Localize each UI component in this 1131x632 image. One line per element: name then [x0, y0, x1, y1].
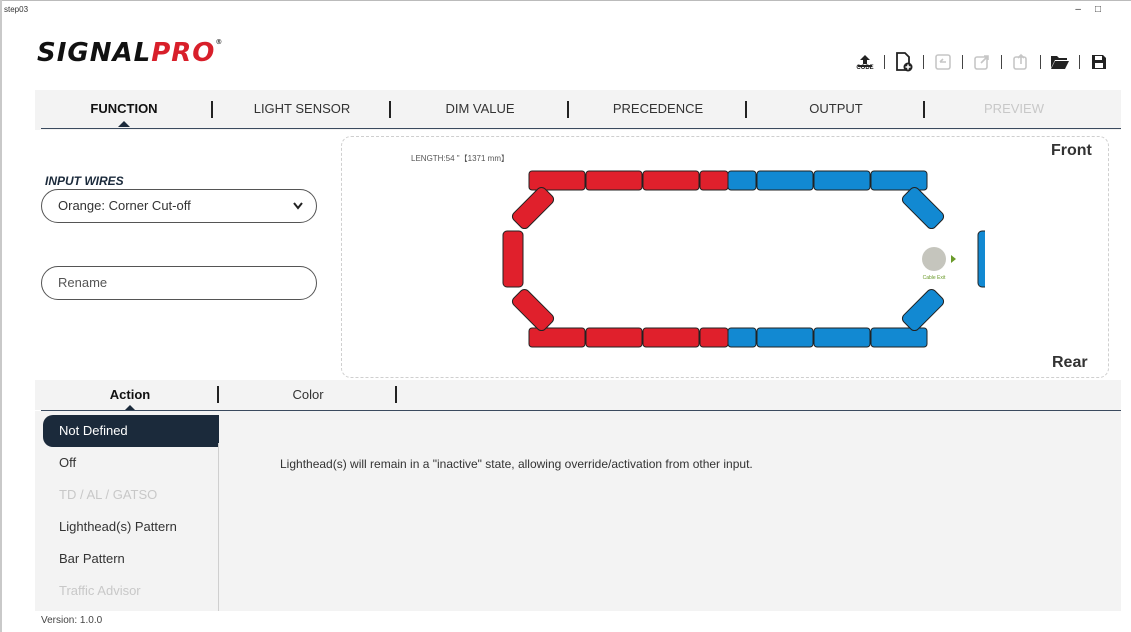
lighthead-bottom-5[interactable]: [727, 327, 757, 348]
lighthead-bottom-1[interactable]: [528, 327, 586, 348]
input-wire-selected-value: Orange: Corner Cut-off: [58, 198, 191, 213]
tab-preview[interactable]: PREVIEW: [925, 90, 1103, 128]
action-item-lighthead-pattern[interactable]: Lighthead(s) Pattern: [43, 511, 219, 543]
tab-action[interactable]: Action: [41, 380, 219, 411]
lighthead-corner-front-right[interactable]: [900, 185, 945, 230]
toolbar-separator: [1001, 55, 1002, 69]
lighthead-corner-rear-left[interactable]: [510, 287, 555, 332]
undo-button[interactable]: [931, 50, 955, 74]
chevron-down-icon: [292, 190, 304, 234]
logo-pro-text: PRO: [151, 38, 216, 68]
tab-color[interactable]: Color: [219, 380, 397, 410]
tab-divider: [395, 386, 397, 403]
toolbar-separator: [1079, 55, 1080, 69]
export-button[interactable]: [970, 50, 994, 74]
lighthead-bottom-2[interactable]: [585, 327, 643, 348]
lighthead-end-left[interactable]: [502, 230, 524, 288]
tab-light-sensor-label: LIGHT SENSOR: [253, 101, 351, 116]
lighthead-top-1[interactable]: [528, 170, 586, 191]
window-title: step03: [4, 5, 29, 14]
tab-dim-value-label: DIM VALUE: [445, 101, 515, 116]
undo-icon: [935, 54, 951, 70]
lighthead-top-4[interactable]: [699, 170, 729, 191]
version-label: Version: 1.0.0: [41, 615, 103, 626]
window-controls: –□: [1075, 4, 1115, 15]
lighthead-corner-rear-right[interactable]: [900, 287, 945, 332]
sub-tabs: Action Color: [41, 380, 397, 411]
main-tabs-underline: [41, 128, 1121, 129]
share-button[interactable]: [1009, 50, 1033, 74]
tab-light-sensor[interactable]: LIGHT SENSOR: [213, 90, 391, 128]
code-label: CODE: [856, 65, 874, 71]
lighthead-top-5[interactable]: [727, 170, 757, 191]
action-description: Lighthead(s) will remain in a "inactive"…: [280, 457, 753, 471]
toolbar-separator: [884, 55, 885, 69]
toolbar-separator: [923, 55, 924, 69]
tab-precedence-label: PRECEDENCE: [612, 101, 704, 116]
window-top-border: [2, 0, 1131, 1]
lighthead-top-2[interactable]: [585, 170, 643, 191]
app-root: SIGNALPRO® CODE FUNCTION LIGHT SENSOR DI…: [35, 30, 1121, 611]
action-list-divider: [218, 443, 219, 611]
action-item-off[interactable]: Off: [43, 447, 219, 479]
tab-output-label: OUTPUT: [809, 101, 863, 116]
new-file-button[interactable]: [892, 50, 916, 74]
active-tab-caret: [118, 121, 130, 127]
action-list: Not Defined Off TD / AL / GATSO Lighthea…: [43, 415, 219, 607]
lighthead-bottom-6[interactable]: [756, 327, 814, 348]
input-wire-select[interactable]: Orange: Corner Cut-off: [41, 189, 317, 223]
save-button[interactable]: [1087, 50, 1111, 74]
action-item-td-al-gatso[interactable]: TD / AL / GATSO: [43, 479, 219, 511]
cable-exit-icon: [922, 247, 946, 271]
toolbar: CODE: [853, 48, 1111, 76]
lighthead-bottom-8[interactable]: [870, 327, 928, 348]
maximize-button[interactable]: □: [1095, 4, 1115, 15]
new-file-icon: [896, 52, 913, 72]
logo-signal-text: SIGNAL: [37, 38, 152, 68]
light-bar-diagram: Cable Exit: [502, 170, 985, 348]
lighthead-bottom-4[interactable]: [699, 327, 729, 348]
open-folder-button[interactable]: [1048, 50, 1072, 74]
tab-function[interactable]: FUNCTION: [35, 90, 213, 128]
main-tabs: FUNCTION LIGHT SENSOR DIM VALUE PRECEDEN…: [35, 90, 1121, 128]
tab-color-label: Color: [292, 387, 324, 402]
save-icon: [1092, 55, 1106, 69]
toolbar-separator: [962, 55, 963, 69]
share-icon: [1013, 53, 1027, 70]
cable-exit-arrow-icon: [951, 255, 956, 263]
minimize-button[interactable]: –: [1075, 4, 1095, 15]
action-item-traffic-advisor[interactable]: Traffic Advisor: [43, 575, 219, 607]
open-folder-icon: [1051, 56, 1069, 69]
export-icon: [974, 55, 989, 70]
lighthead-top-7[interactable]: [813, 170, 871, 191]
tab-precedence[interactable]: PRECEDENCE: [569, 90, 747, 128]
action-item-bar-pattern[interactable]: Bar Pattern: [43, 543, 219, 575]
rear-label: Rear: [1052, 354, 1088, 371]
lighthead-end-right[interactable]: [977, 230, 985, 288]
lighthead-top-6[interactable]: [756, 170, 814, 191]
rename-input[interactable]: Rename: [41, 266, 317, 300]
lighthead-bottom-7[interactable]: [813, 327, 871, 348]
logo-registered-mark: ®: [215, 38, 224, 46]
length-label: LENGTH:54 "【1371 mm】: [411, 154, 509, 163]
upload-code-button[interactable]: CODE: [853, 50, 877, 74]
front-label: Front: [1051, 142, 1092, 159]
signalpro-logo: SIGNALPRO®: [37, 38, 223, 68]
tab-action-label: Action: [109, 387, 151, 402]
lighthead-bottom-3[interactable]: [642, 327, 700, 348]
lighthead-corner-front-left[interactable]: [510, 185, 555, 230]
lighthead-top-3[interactable]: [642, 170, 700, 191]
toolbar-separator: [1040, 55, 1041, 69]
app-window: step03 –□ SIGNALPRO® CODE FUNCTION LIGHT…: [0, 0, 1131, 632]
tab-output[interactable]: OUTPUT: [747, 90, 925, 128]
tab-function-label: FUNCTION: [90, 101, 158, 116]
lighthead-top-8[interactable]: [870, 170, 928, 191]
input-wires-label: INPUT WIRES: [45, 174, 124, 188]
cable-exit-label: Cable Exit: [923, 275, 946, 281]
tab-preview-label: PREVIEW: [984, 101, 1044, 116]
tab-dim-value[interactable]: DIM VALUE: [391, 90, 569, 128]
action-item-not-defined[interactable]: Not Defined: [43, 415, 219, 447]
